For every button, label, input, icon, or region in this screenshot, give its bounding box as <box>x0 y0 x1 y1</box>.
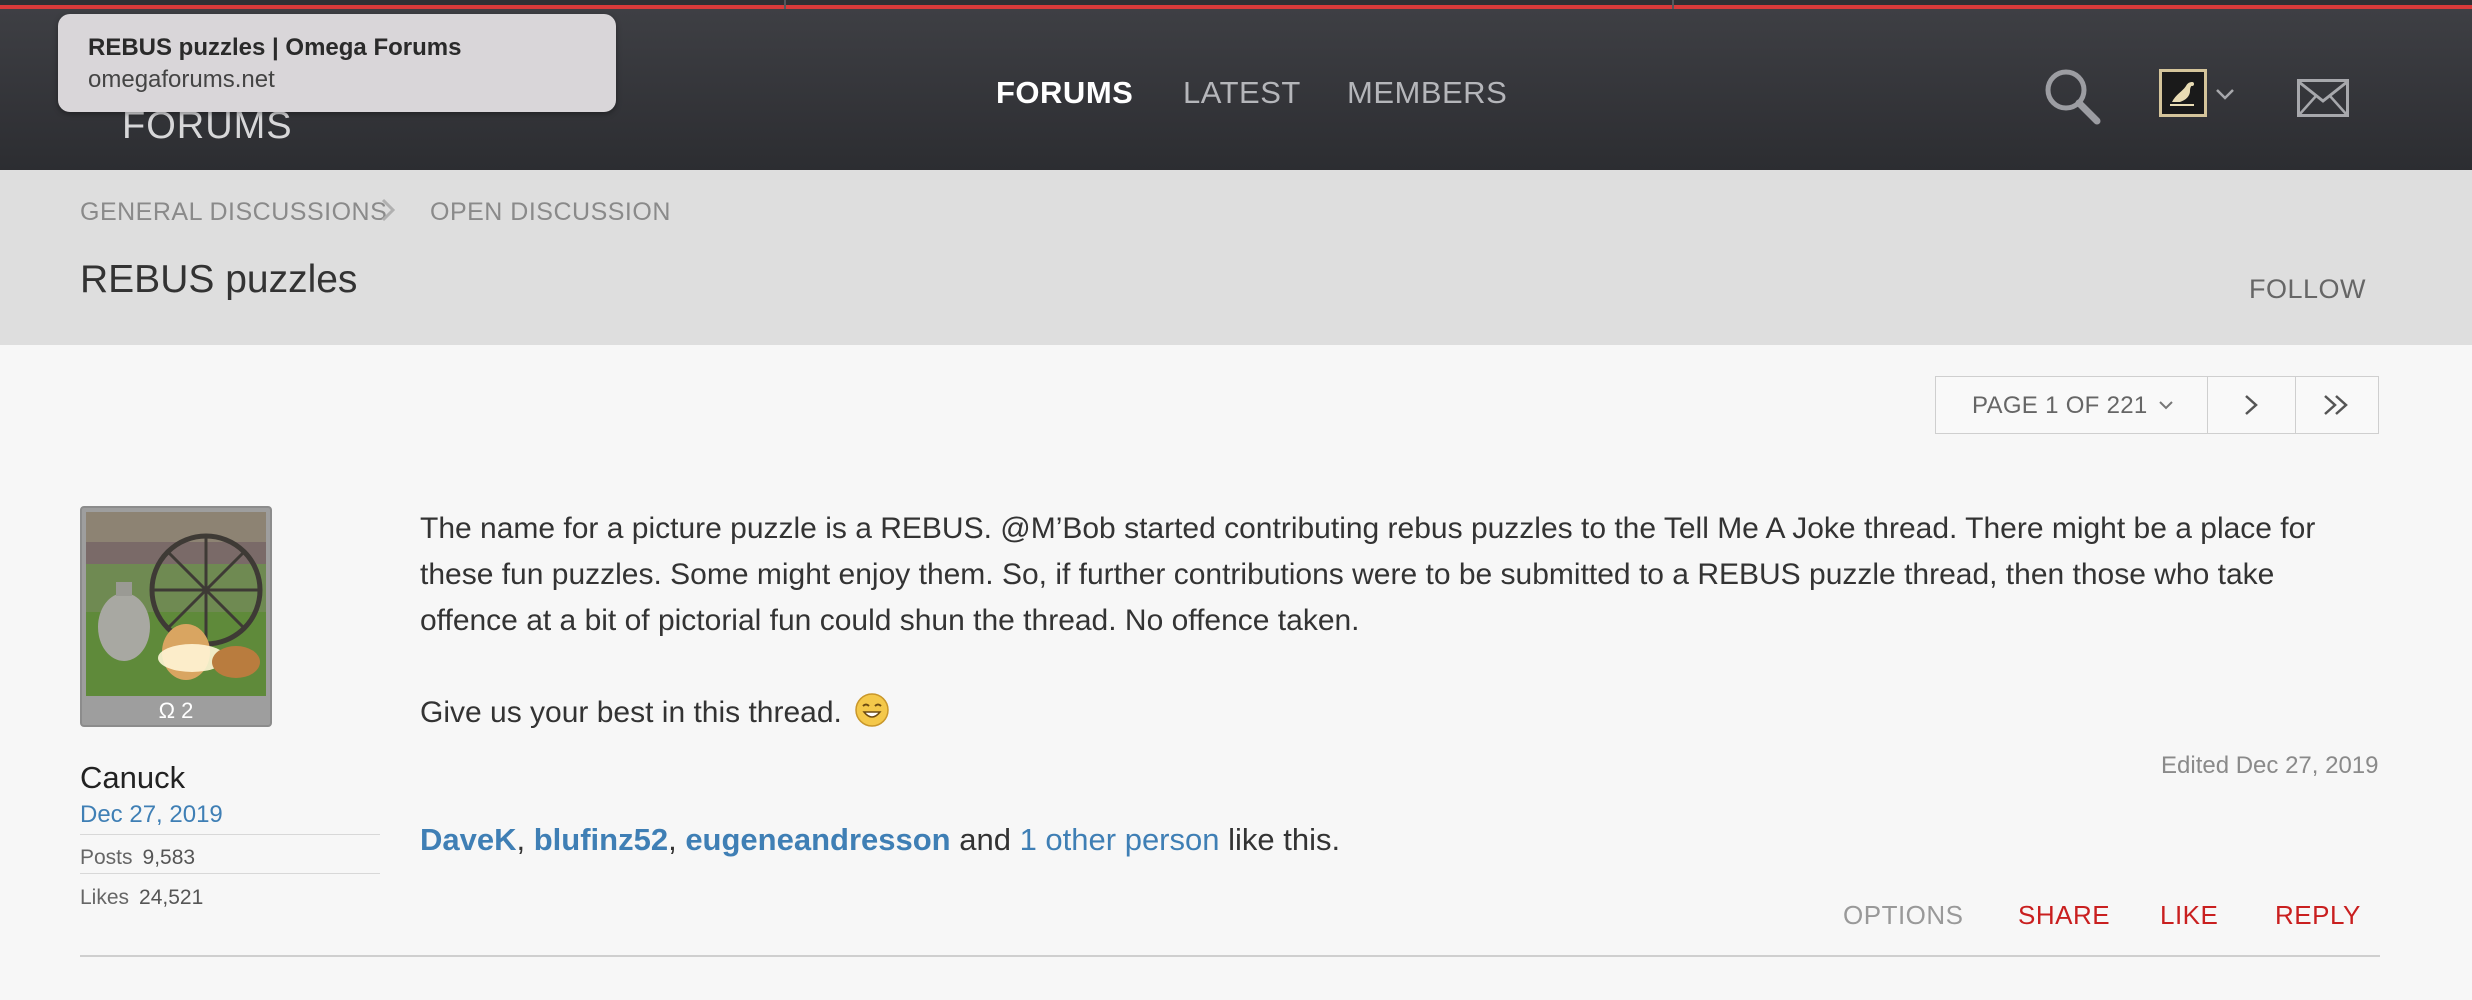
avatar-photo <box>86 512 266 696</box>
post-author-avatar[interactable]: Ω 2 <box>80 506 272 727</box>
nav-members[interactable]: MEMBERS <box>1347 75 1507 111</box>
tooltip-title: REBUS puzzles | Omega Forums <box>88 34 462 61</box>
page-indicator: PAGE 1 OF 221 <box>1972 392 2148 419</box>
avatar-rank-caption: Ω 2 <box>158 698 194 723</box>
reply-button[interactable]: REPLY <box>2275 900 2361 931</box>
user-avatar[interactable] <box>2159 69 2207 117</box>
stat-value: 9,583 <box>142 846 196 869</box>
post-body: The name for a picture puzzle is a REBUS… <box>420 506 2380 736</box>
likes-summary: DaveK, blufinz52, eugeneandresson and 1 … <box>420 822 1340 858</box>
liker-link[interactable]: blufinz52 <box>534 822 668 857</box>
stat-label: Likes <box>80 886 130 909</box>
liker-link[interactable]: DaveK <box>420 822 517 857</box>
stat-value: 24,521 <box>139 886 204 909</box>
edited-note: Edited Dec 27, 2019 <box>2161 752 2379 779</box>
liker-separator: , <box>668 822 686 857</box>
chevron-right-icon <box>2245 395 2258 415</box>
accent-divider <box>784 0 786 9</box>
accent-divider <box>1672 0 1674 9</box>
follow-button[interactable]: FOLLOW <box>2249 274 2366 305</box>
like-button[interactable]: LIKE <box>2160 900 2218 931</box>
author-stat-posts: Posts 9,583 <box>80 846 195 870</box>
chevron-down-icon[interactable] <box>2215 87 2235 101</box>
post-paragraph: Give us your best in this thread. <box>420 690 2380 736</box>
tab-tooltip: REBUS puzzles | Omega Forums omegaforums… <box>58 14 616 112</box>
share-button[interactable]: SHARE <box>2018 900 2110 931</box>
pagination: PAGE 1 OF 221 <box>1935 376 2379 434</box>
breadcrumb-general-discussions[interactable]: GENERAL DISCUSSIONS <box>80 198 387 227</box>
stat-label: Posts <box>80 846 133 869</box>
page-title: REBUS puzzles <box>80 258 358 301</box>
next-page-button[interactable] <box>2207 377 2296 433</box>
divider <box>80 834 380 835</box>
user-avatar-image <box>2170 82 2194 106</box>
post-paragraph-text: Give us your best in this thread. <box>420 696 842 729</box>
divider <box>80 873 380 874</box>
likes-suffix: like this. <box>1219 822 1341 857</box>
liker-separator: , <box>516 822 534 857</box>
mail-icon[interactable] <box>2297 79 2349 117</box>
options-button[interactable]: OPTIONS <box>1843 900 1964 931</box>
top-accent-bar <box>0 0 2472 9</box>
tooltip-url: omegaforums.net <box>88 66 275 93</box>
search-icon[interactable] <box>2042 66 2102 126</box>
chevron-right-icon <box>381 198 396 222</box>
post-paragraph: The name for a picture puzzle is a REBUS… <box>420 512 2316 637</box>
double-chevron-right-icon <box>2324 395 2348 415</box>
likes-and-text: and <box>950 822 1020 857</box>
chevron-down-icon <box>2159 401 2173 410</box>
breadcrumb-open-discussion[interactable]: OPEN DISCUSSION <box>430 198 671 227</box>
post-date[interactable]: Dec 27, 2019 <box>80 801 223 829</box>
nav-latest[interactable]: LATEST <box>1183 75 1301 111</box>
smiley-emoji-icon <box>855 693 889 727</box>
last-page-button[interactable] <box>2295 377 2379 433</box>
thread-header-band: GENERAL DISCUSSIONS OPEN DISCUSSION REBU… <box>0 170 2472 345</box>
page-select-dropdown[interactable]: PAGE 1 OF 221 <box>1936 377 2208 433</box>
liker-link[interactable]: eugeneandresson <box>685 822 950 857</box>
post-author-name[interactable]: Canuck <box>80 760 185 796</box>
nav-forums[interactable]: FORUMS <box>996 75 1133 111</box>
other-likers-link[interactable]: 1 other person <box>1020 822 1220 857</box>
post-divider <box>80 955 2380 957</box>
author-stat-likes: Likes 24,521 <box>80 886 203 910</box>
